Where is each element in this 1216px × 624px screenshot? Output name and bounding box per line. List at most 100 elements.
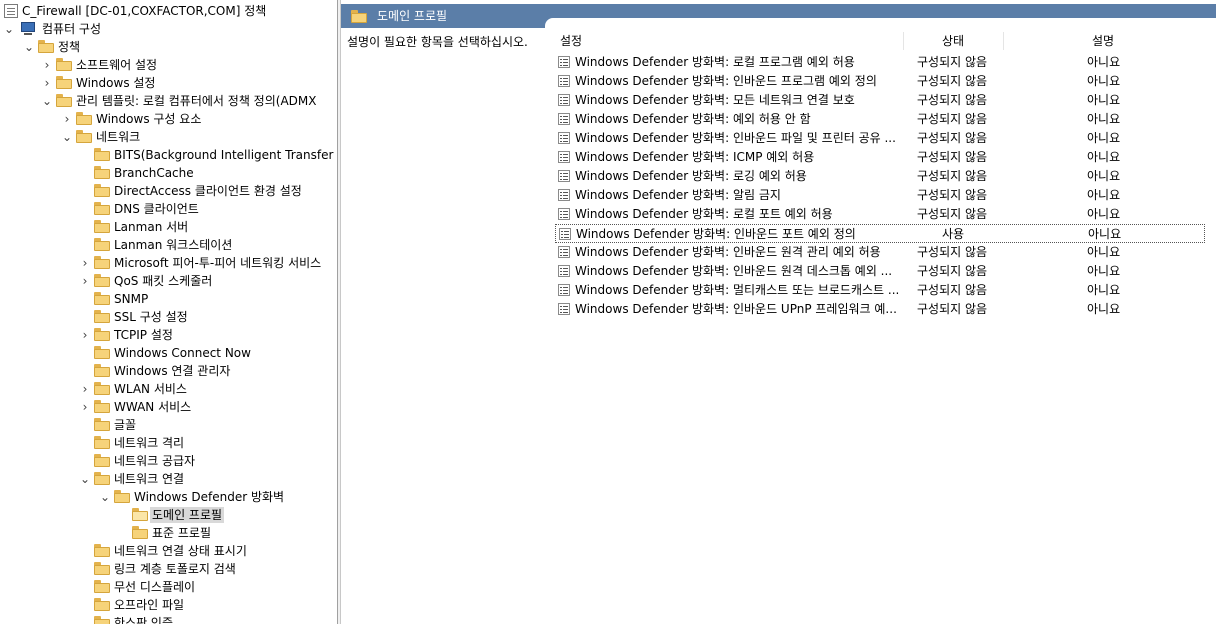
tree-node[interactable]: › TCPIP 설정 xyxy=(0,326,337,344)
tree-node[interactable]: 링크 계층 토폴로지 검색 xyxy=(0,560,337,578)
policy-setting-icon xyxy=(558,113,570,125)
setting-comment: 아니요 xyxy=(1087,112,1121,126)
setting-row[interactable]: Windows Defender 방화벽: 인바운드 원격 데스크톱 예외 ..… xyxy=(555,262,1205,281)
chevron-down-icon[interactable]: ⌄ xyxy=(24,41,34,53)
setting-row[interactable]: Windows Defender 방화벽: 멀티캐스트 또는 브로드캐스트 ..… xyxy=(555,281,1205,300)
chevron-right-icon[interactable]: › xyxy=(80,275,90,287)
tree-node[interactable]: 오프라인 파일 xyxy=(0,596,337,614)
chevron-down-icon[interactable]: ⌄ xyxy=(80,473,90,485)
chevron-down-icon[interactable]: ⌄ xyxy=(62,131,72,143)
tree-node[interactable]: › WWAN 서비스 xyxy=(0,398,337,416)
chevron-right-icon[interactable]: › xyxy=(42,77,52,89)
tree-node[interactable]: ⌄ 관리 템플릿: 로컬 컴퓨터에서 정책 정의(ADMX xyxy=(0,92,337,110)
tree-node-label: Windows 설정 xyxy=(76,76,156,90)
setting-comment: 아니요 xyxy=(1087,131,1121,145)
folder-icon xyxy=(94,220,110,233)
policy-setting-icon xyxy=(558,284,570,296)
details-header-title: 도메인 프로필 xyxy=(377,9,448,23)
setting-row[interactable]: Windows Defender 방화벽: 인바운드 UPnP 프레임워크 예.… xyxy=(555,300,1205,319)
setting-row[interactable]: Windows Defender 방화벽: 인바운드 프로그램 예외 정의 구성되… xyxy=(555,72,1205,91)
tree-node[interactable]: Windows Connect Now xyxy=(0,344,337,362)
tree-node-label: 네트워크 연결 상태 표시기 xyxy=(114,544,247,558)
tree-node[interactable]: SSL 구성 설정 xyxy=(0,308,337,326)
setting-comment: 아니요 xyxy=(1087,93,1121,107)
tree-node[interactable]: ⌄ 네트워크 xyxy=(0,128,337,146)
tree-node[interactable]: › 소프트웨어 설정 xyxy=(0,56,337,74)
chevron-down-icon[interactable]: ⌄ xyxy=(42,95,52,107)
folder-icon xyxy=(114,490,130,503)
tree-node-label: Windows 구성 요소 xyxy=(96,112,202,126)
tree-node-label: WWAN 서비스 xyxy=(114,400,192,414)
chevron-right-icon[interactable]: › xyxy=(80,257,90,269)
tree-node[interactable]: 무선 디스플레이 xyxy=(0,578,337,596)
tree-node[interactable]: Windows 연결 관리자 xyxy=(0,362,337,380)
column-header-comment[interactable]: 설명 xyxy=(1092,30,1114,52)
tree-node[interactable]: Lanman 워크스테이션 xyxy=(0,236,337,254)
folder-icon xyxy=(76,112,92,125)
setting-comment: 아니요 xyxy=(1087,302,1121,316)
folder-icon xyxy=(94,256,110,269)
tree-node[interactable]: Lanman 서버 xyxy=(0,218,337,236)
chevron-right-icon[interactable]: › xyxy=(42,59,52,71)
tree-node[interactable]: 표준 프로필 xyxy=(0,524,337,542)
setting-name: Windows Defender 방화벽: 예외 허용 안 함 xyxy=(575,112,811,126)
chevron-down-icon[interactable]: ⌄ xyxy=(4,23,14,35)
tree-node-label: TCPIP 설정 xyxy=(114,328,173,342)
setting-row[interactable]: Windows Defender 방화벽: 모든 네트워크 연결 보호 구성되지 … xyxy=(555,91,1205,110)
tree-node[interactable]: ⌄ 컴퓨터 구성 xyxy=(0,20,337,38)
tree-node[interactable]: BITS(Background Intelligent Transfer S xyxy=(0,146,337,164)
tree-node[interactable]: ⌄ Windows Defender 방화벽 xyxy=(0,488,337,506)
tree-node[interactable]: › Windows 설정 xyxy=(0,74,337,92)
chevron-right-icon[interactable]: › xyxy=(62,113,72,125)
tree-node[interactable]: 네트워크 공급자 xyxy=(0,452,337,470)
setting-name: Windows Defender 방화벽: 로깅 예외 허용 xyxy=(575,169,807,183)
tree-node[interactable]: › QoS 패킷 스케줄러 xyxy=(0,272,337,290)
setting-state: 구성되지 않음 xyxy=(917,112,988,126)
setting-row[interactable]: Windows Defender 방화벽: 인바운드 파일 및 프린터 공유 .… xyxy=(555,129,1205,148)
tree-node[interactable]: ⌄ 네트워크 연결 xyxy=(0,470,337,488)
setting-row[interactable]: Windows Defender 방화벽: 예외 허용 안 함 구성되지 않음 아니… xyxy=(555,110,1205,129)
tree-node[interactable]: › WLAN 서비스 xyxy=(0,380,337,398)
tree-node[interactable]: 한스판 인증 xyxy=(0,614,337,624)
computer-icon xyxy=(20,22,36,36)
tree-node[interactable]: 네트워크 연결 상태 표시기 xyxy=(0,542,337,560)
tree-node-label: Microsoft 피어-투-피어 네트워킹 서비스 xyxy=(114,256,322,270)
tree-node[interactable]: 도메인 프로필 xyxy=(0,506,337,524)
policy-setting-icon xyxy=(558,246,570,258)
setting-state: 구성되지 않음 xyxy=(917,207,988,221)
setting-row[interactable]: Windows Defender 방화벽: 로컬 프로그램 예외 허용 구성되지 … xyxy=(555,53,1205,72)
folder-icon xyxy=(94,310,110,323)
setting-row[interactable]: Windows Defender 방화벽: 알림 금지 구성되지 않음 아니요 xyxy=(555,186,1205,205)
setting-row[interactable]: Windows Defender 방화벽: 인바운드 원격 관리 예외 허용 구성… xyxy=(555,243,1205,262)
setting-state: 구성되지 않음 xyxy=(917,188,988,202)
tree-node-label: 소프트웨어 설정 xyxy=(76,58,158,72)
chevron-down-icon[interactable]: ⌄ xyxy=(100,491,110,503)
tree-node-label: 도메인 프로필 xyxy=(150,507,225,523)
setting-row[interactable]: Windows Defender 방화벽: 로컬 포트 예외 허용 구성되지 않음… xyxy=(555,205,1205,224)
tree-node[interactable]: › Microsoft 피어-투-피어 네트워킹 서비스 xyxy=(0,254,337,272)
chevron-right-icon[interactable]: › xyxy=(80,329,90,341)
navigation-tree[interactable]: C_Firewall [DC-01,COXFACTOR,COM] 정책 ⌄ 컴퓨터… xyxy=(0,0,337,624)
folder-icon xyxy=(94,148,110,161)
setting-comment: 아니요 xyxy=(1087,74,1121,88)
tree-node[interactable]: › Windows 구성 요소 xyxy=(0,110,337,128)
column-header-state[interactable]: 상태 xyxy=(942,30,964,52)
tree-root[interactable]: C_Firewall [DC-01,COXFACTOR,COM] 정책 xyxy=(0,2,337,20)
tree-node[interactable]: BranchCache xyxy=(0,164,337,182)
tree-node[interactable]: SNMP xyxy=(0,290,337,308)
setting-row[interactable]: Windows Defender 방화벽: ICMP 예외 허용 구성되지 않음 아… xyxy=(555,148,1205,167)
setting-row[interactable]: Windows Defender 방화벽: 인바운드 포트 예외 정의 사용 아니요 xyxy=(555,224,1205,243)
tree-node-label: 한스판 인증 xyxy=(114,616,174,624)
tree-node[interactable]: ⌄ 정책 xyxy=(0,38,337,56)
tree-node[interactable]: DNS 클라이언트 xyxy=(0,200,337,218)
column-header-setting[interactable]: 설정 xyxy=(560,30,582,52)
tree-root-label: C_Firewall [DC-01,COXFACTOR,COM] 정책 xyxy=(22,4,267,18)
tree-node-label: 링크 계층 토폴로지 검색 xyxy=(114,562,236,576)
chevron-right-icon[interactable]: › xyxy=(80,401,90,413)
setting-row[interactable]: Windows Defender 방화벽: 로깅 예외 허용 구성되지 않음 아니요 xyxy=(555,167,1205,186)
chevron-right-icon[interactable]: › xyxy=(80,383,90,395)
tree-node[interactable]: 네트워크 격리 xyxy=(0,434,337,452)
tree-node[interactable]: DirectAccess 클라이언트 환경 설정 xyxy=(0,182,337,200)
tree-node[interactable]: 글꼴 xyxy=(0,416,337,434)
folder-icon xyxy=(94,346,110,359)
